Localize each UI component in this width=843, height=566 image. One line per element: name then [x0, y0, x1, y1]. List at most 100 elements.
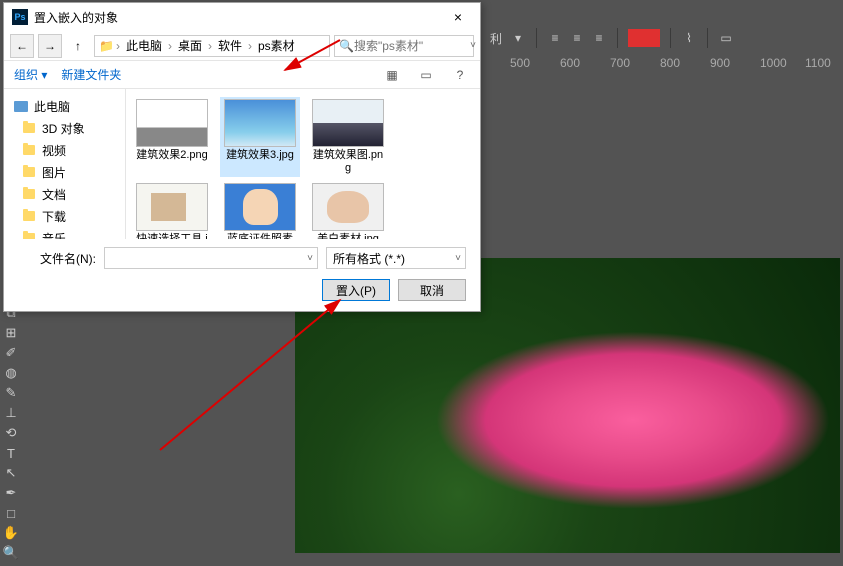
- history-tool-icon[interactable]: ⟲: [2, 424, 20, 442]
- sidebar: 此电脑 3D 对象 视频 图片 文档 下载 音乐 桌面 Win10 (C:): [4, 89, 126, 239]
- sidebar-label: 下载: [42, 208, 66, 225]
- sidebar-item-3d[interactable]: 3D 对象: [4, 117, 125, 139]
- panel-icon[interactable]: ▭: [718, 30, 734, 46]
- ps-menu-text[interactable]: 利: [488, 30, 504, 46]
- organize-menu[interactable]: 组织 ▾: [14, 66, 47, 83]
- shape-tool-icon[interactable]: □: [2, 504, 20, 522]
- file-item[interactable]: 建筑效果2.png: [132, 97, 212, 177]
- filetype-value: 所有格式 (*.*): [333, 250, 405, 267]
- sidebar-label: 图片: [42, 164, 66, 181]
- separator: [617, 28, 618, 48]
- nav-forward-button[interactable]: →: [38, 34, 62, 58]
- file-thumb: [136, 183, 208, 231]
- help-icon[interactable]: ?: [450, 65, 470, 85]
- folder-icon: 📁: [99, 39, 114, 53]
- sidebar-item-pictures[interactable]: 图片: [4, 161, 125, 183]
- cancel-button[interactable]: 取消: [398, 279, 466, 301]
- separator: [707, 28, 708, 48]
- sidebar-item-downloads[interactable]: 下载: [4, 205, 125, 227]
- separator: [536, 28, 537, 48]
- ruler-mark: 800: [660, 56, 680, 70]
- sidebar-item-pc[interactable]: 此电脑: [4, 95, 125, 117]
- crumb-pc[interactable]: 此电脑: [122, 37, 166, 54]
- color-swatch[interactable]: [628, 29, 660, 47]
- file-item[interactable]: 蓝底证件照素材.jpg: [220, 181, 300, 239]
- file-thumb: [312, 99, 384, 147]
- search-box[interactable]: 🔍: [334, 35, 474, 57]
- dialog-titlebar: Ps 置入嵌入的对象 ×: [4, 3, 480, 31]
- dialog-footer: 文件名(N): ˅ 所有格式 (*.*) ˅ 置入(P) 取消: [4, 239, 480, 311]
- file-label: 建筑效果图.png: [310, 149, 386, 175]
- stamp-tool-icon[interactable]: ⊥: [2, 404, 20, 422]
- crumb-sep: ›: [208, 39, 212, 53]
- crumb-sep: ›: [248, 39, 252, 53]
- file-thumb: [312, 183, 384, 231]
- file-item[interactable]: 美白素材.jpg: [308, 181, 388, 239]
- crumb-pssrc[interactable]: ps素材: [254, 37, 299, 54]
- file-item[interactable]: 建筑效果3.jpg: [220, 97, 300, 177]
- file-thumb: [224, 99, 296, 147]
- new-folder-button[interactable]: 新建文件夹: [61, 66, 121, 83]
- filename-combo[interactable]: ˅: [104, 247, 318, 269]
- place-button[interactable]: 置入(P): [322, 279, 390, 301]
- crumb-sep: ›: [168, 39, 172, 53]
- pen-tool-icon[interactable]: ✒: [2, 484, 20, 502]
- chevron-down-icon[interactable]: ˅: [470, 40, 476, 51]
- file-item[interactable]: 建筑效果图.png: [308, 97, 388, 177]
- view-icon[interactable]: ▦: [382, 65, 402, 85]
- chevron-down-icon[interactable]: ˅: [307, 253, 313, 264]
- sidebar-label: 3D 对象: [42, 120, 85, 137]
- path-tool-icon[interactable]: ↖: [2, 464, 20, 482]
- ruler-mark: 700: [610, 56, 630, 70]
- ps-icon: Ps: [12, 9, 28, 25]
- breadcrumb[interactable]: 📁 › 此电脑 › 桌面 › 软件 › ps素材 ˅: [94, 35, 330, 57]
- filetype-combo[interactable]: 所有格式 (*.*) ˅: [326, 247, 466, 269]
- search-icon: 🔍: [339, 39, 354, 53]
- eyedropper-tool-icon[interactable]: ✐: [2, 344, 20, 362]
- filename-label: 文件名(N):: [18, 250, 96, 267]
- separator: [670, 28, 671, 48]
- search-input[interactable]: [354, 39, 469, 53]
- sidebar-label: 此电脑: [34, 98, 70, 115]
- nav-up-button[interactable]: ↑: [66, 35, 90, 57]
- chevron-down-icon[interactable]: ▾: [510, 30, 526, 46]
- ruler-mark: 600: [560, 56, 580, 70]
- file-label: 建筑效果2.png: [136, 149, 208, 162]
- sidebar-item-docs[interactable]: 文档: [4, 183, 125, 205]
- frame-tool-icon[interactable]: ⊞: [2, 324, 20, 342]
- hand-tool-icon[interactable]: ✋: [2, 524, 20, 542]
- dialog-org-bar: 组织 ▾ 新建文件夹 ▦ ▭ ?: [4, 61, 480, 89]
- sidebar-item-video[interactable]: 视频: [4, 139, 125, 161]
- heal-tool-icon[interactable]: ◍: [2, 364, 20, 382]
- align-center-icon[interactable]: ≡: [569, 30, 585, 46]
- file-thumb: [136, 99, 208, 147]
- ruler-mark: 1000: [760, 56, 787, 70]
- close-button[interactable]: ×: [444, 3, 472, 31]
- ruler-mark: 900: [710, 56, 730, 70]
- file-label: 建筑效果3.jpg: [226, 149, 294, 162]
- dialog-title: 置入嵌入的对象: [34, 9, 444, 26]
- align-right-icon[interactable]: ≡: [591, 30, 607, 46]
- sidebar-label: 文档: [42, 186, 66, 203]
- sidebar-item-music[interactable]: 音乐: [4, 227, 125, 239]
- dialog-nav-bar: ← → ↑ 📁 › 此电脑 › 桌面 › 软件 › ps素材 ˅ 🔍: [4, 31, 480, 61]
- ruler-mark: 1100: [805, 56, 831, 70]
- type-tool-icon[interactable]: T: [2, 444, 20, 462]
- warp-icon[interactable]: ⌇: [681, 30, 697, 46]
- file-item[interactable]: 快速选择工具.jpg: [132, 181, 212, 239]
- crumb-sep: ›: [116, 39, 120, 53]
- align-left-icon[interactable]: ≡: [547, 30, 563, 46]
- crumb-desktop[interactable]: 桌面: [174, 37, 206, 54]
- brush-tool-icon[interactable]: ✎: [2, 384, 20, 402]
- ps-options-bar: 利 ▾ ≡ ≡ ≡ ⌇ ▭: [480, 24, 843, 52]
- file-thumb: [224, 183, 296, 231]
- crumb-software[interactable]: 软件: [214, 37, 246, 54]
- sidebar-label: 音乐: [42, 230, 66, 240]
- nav-back-button[interactable]: ←: [10, 34, 34, 58]
- file-grid: 建筑效果2.png 建筑效果3.jpg 建筑效果图.png 快速选择工具.jpg…: [126, 89, 480, 239]
- zoom-tool-icon[interactable]: 🔍: [2, 544, 20, 562]
- dialog-body: 此电脑 3D 对象 视频 图片 文档 下载 音乐 桌面 Win10 (C:) 建…: [4, 89, 480, 239]
- ruler-mark: 500: [510, 56, 530, 70]
- chevron-down-icon[interactable]: ˅: [455, 253, 461, 264]
- preview-icon[interactable]: ▭: [416, 65, 436, 85]
